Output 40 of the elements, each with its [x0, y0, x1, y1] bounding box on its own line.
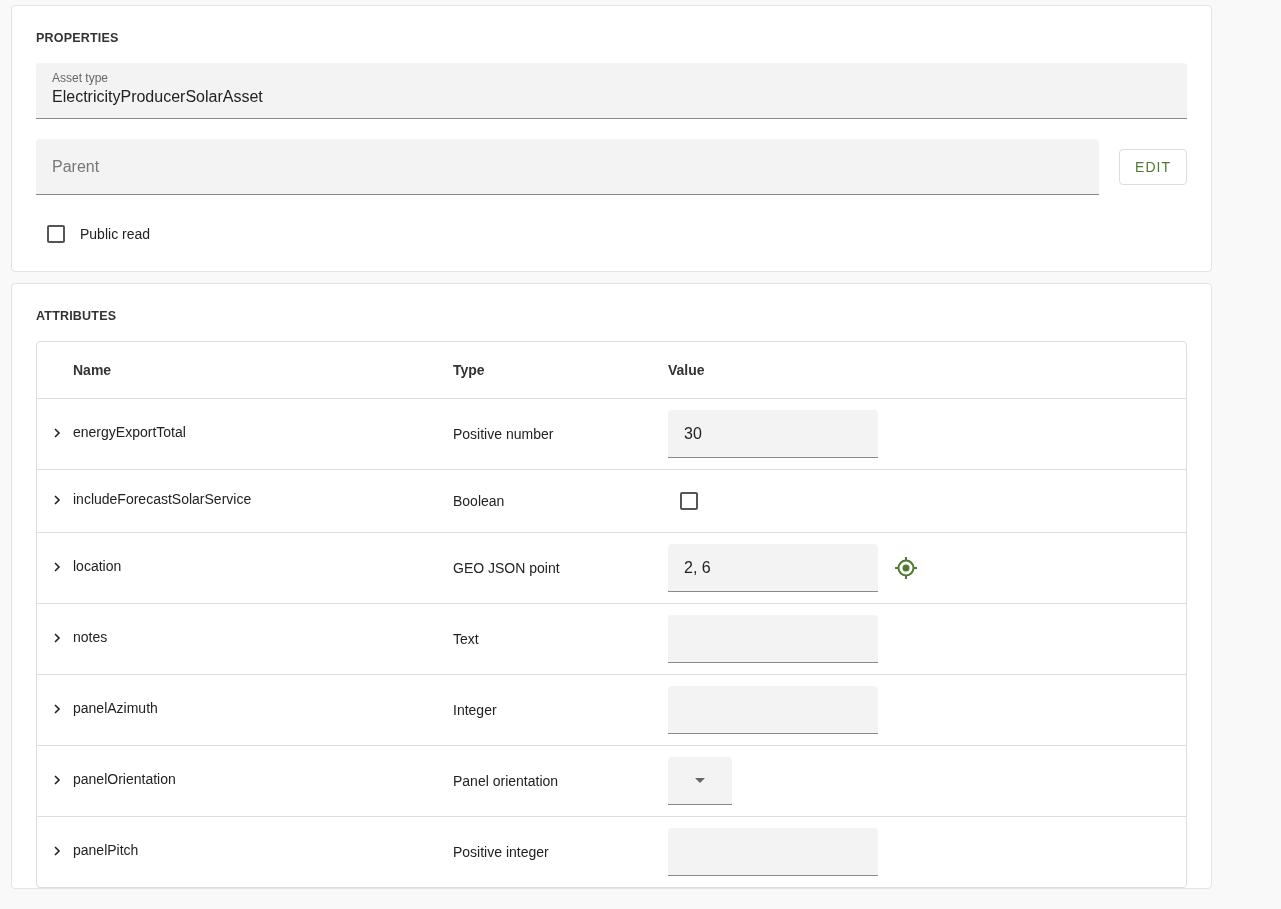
- chevron-right-icon[interactable]: [53, 633, 61, 643]
- section-title: ATTRIBUTES: [36, 308, 118, 324]
- parent-field[interactable]: Parent: [36, 139, 1099, 195]
- column-header: Value: [668, 362, 705, 378]
- attribute-type: Panel orientation: [453, 773, 560, 789]
- attribute-type: Text: [453, 631, 480, 647]
- public-read-label: Public read: [80, 226, 151, 242]
- dropdown[interactable]: [668, 757, 732, 805]
- chevron-right-icon[interactable]: [53, 495, 61, 505]
- column-header: Type: [453, 362, 486, 378]
- attribute-name: includeForecastSolarService: [73, 491, 253, 507]
- chevron-right-icon[interactable]: [53, 775, 61, 785]
- location-target-icon[interactable]: [894, 556, 918, 580]
- attribute-type: Positive number: [453, 426, 555, 442]
- attribute-name: panelOrientation: [73, 771, 177, 787]
- attribute-type: Boolean: [453, 493, 506, 509]
- edit-button[interactable]: EDIT: [1119, 149, 1187, 185]
- attribute-type: Integer: [453, 702, 498, 718]
- caret-icon: [695, 778, 705, 783]
- checkbox[interactable]: [47, 225, 65, 243]
- attribute-name: energyExportTotal: [73, 424, 187, 440]
- value-field[interactable]: [668, 828, 878, 876]
- chevron-right-icon[interactable]: [53, 562, 61, 572]
- value-field[interactable]: [668, 615, 878, 663]
- attribute-name: location: [73, 558, 123, 574]
- checkbox[interactable]: [680, 492, 698, 510]
- value-field[interactable]: [668, 686, 878, 734]
- chevron-right-icon[interactable]: [53, 704, 61, 714]
- section-title: PROPERTIES: [36, 30, 120, 46]
- value-field[interactable]: 2, 6: [668, 544, 878, 592]
- asset-type-field[interactable]: Asset type ElectricityProducerSolarAsset: [36, 63, 1187, 119]
- attribute-name: panelAzimuth: [73, 700, 159, 716]
- attribute-name: panelPitch: [73, 842, 140, 858]
- attribute-type: Positive integer: [453, 844, 550, 860]
- attribute-type: GEO JSON point: [453, 560, 561, 576]
- chevron-right-icon[interactable]: [53, 428, 61, 438]
- column-header: Name: [73, 362, 113, 378]
- chevron-right-icon[interactable]: [53, 846, 61, 856]
- value-field[interactable]: 30: [668, 410, 878, 458]
- attribute-name: notes: [73, 629, 109, 645]
